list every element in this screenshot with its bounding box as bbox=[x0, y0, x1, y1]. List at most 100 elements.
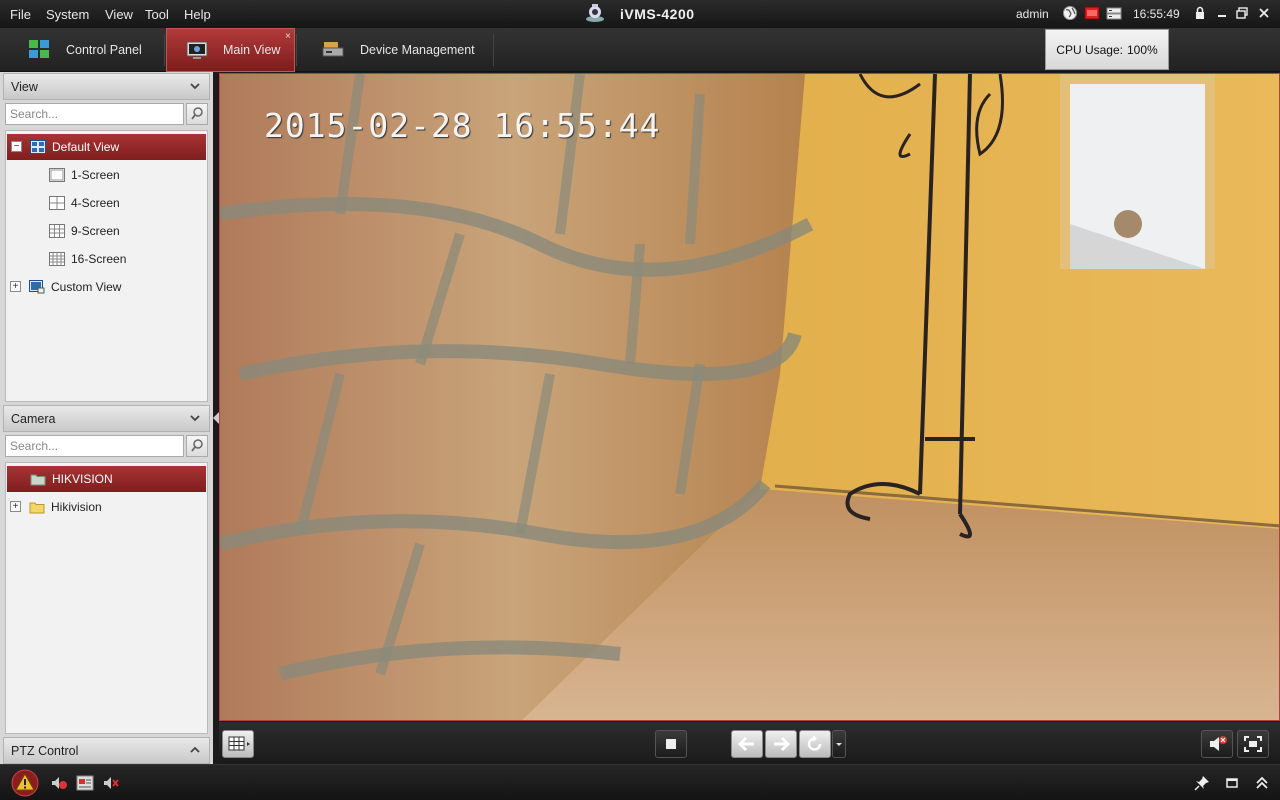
left-panel: View − Default View 1-Screen bbox=[0, 72, 213, 764]
previous-button[interactable] bbox=[731, 730, 763, 758]
view-section-title: View bbox=[11, 79, 38, 94]
alarm-record-icon[interactable] bbox=[1084, 5, 1100, 21]
tab-control-panel-label: Control Panel bbox=[66, 43, 142, 57]
view-group-icon bbox=[30, 140, 46, 154]
chevron-down-icon bbox=[190, 83, 200, 90]
expand-icon[interactable]: + bbox=[10, 501, 21, 512]
globe-icon[interactable] bbox=[1062, 5, 1078, 21]
previous-icon bbox=[737, 736, 754, 752]
device-management-icon bbox=[322, 42, 344, 57]
hdd-icon[interactable] bbox=[1106, 5, 1122, 21]
tab-separator bbox=[164, 34, 165, 66]
tree-item-default-view[interactable]: − Default View bbox=[7, 134, 206, 160]
layout-16-screen-icon bbox=[49, 252, 65, 266]
tree-item-4-screen[interactable]: 4-Screen bbox=[6, 190, 207, 216]
tree-item-label: 16-Screen bbox=[71, 252, 127, 266]
playback-control-bar bbox=[219, 722, 1280, 764]
tree-item-16-screen[interactable]: 16-Screen bbox=[6, 246, 207, 272]
tab-separator bbox=[493, 34, 494, 66]
alarm-warning-icon[interactable] bbox=[11, 769, 39, 797]
tree-item-label: Custom View bbox=[51, 280, 122, 294]
audio-off-icon[interactable] bbox=[102, 775, 120, 791]
expand-up-icon[interactable] bbox=[1255, 775, 1269, 791]
lock-icon[interactable] bbox=[1192, 5, 1208, 21]
tab-control-panel[interactable]: Control Panel bbox=[0, 28, 163, 72]
app-title: iVMS-4200 bbox=[620, 6, 695, 22]
mute-icon bbox=[1210, 736, 1227, 751]
folder-icon bbox=[29, 502, 45, 514]
camera-section-title: Camera bbox=[11, 411, 56, 426]
tree-item-hikvision-group[interactable]: HIKVISION bbox=[7, 466, 206, 492]
window-icon[interactable] bbox=[1225, 776, 1239, 790]
menu-system[interactable]: System bbox=[46, 7, 89, 22]
camera-section-header[interactable]: Camera bbox=[3, 405, 210, 432]
menu-view[interactable]: View bbox=[105, 7, 133, 22]
menu-tool[interactable]: Tool bbox=[145, 7, 169, 22]
tab-separator bbox=[296, 34, 297, 66]
tree-item-label: Hikivision bbox=[51, 500, 102, 514]
layout-grid-icon bbox=[228, 736, 250, 751]
menu-file[interactable]: File bbox=[10, 7, 31, 22]
control-panel-icon bbox=[29, 40, 49, 58]
auto-switch-icon bbox=[807, 735, 822, 751]
tab-device-management[interactable]: Device Management bbox=[298, 28, 493, 72]
alarm-sound-icon[interactable] bbox=[50, 775, 68, 791]
clock: 16:55:49 bbox=[1133, 7, 1180, 21]
tree-item-1-screen[interactable]: 1-Screen bbox=[6, 162, 207, 188]
search-icon bbox=[191, 439, 203, 452]
restore-icon[interactable] bbox=[1234, 5, 1250, 21]
layout-9-screen-icon bbox=[49, 224, 65, 238]
status-bar bbox=[0, 764, 1280, 800]
view-search-input[interactable] bbox=[5, 103, 184, 125]
tree-item-custom-view[interactable]: + Custom View bbox=[6, 274, 207, 300]
camera-search-input[interactable] bbox=[5, 435, 184, 457]
osd-timestamp: 2015-02-28 16:55:44 bbox=[264, 106, 661, 145]
layout-grid-button[interactable] bbox=[222, 730, 254, 758]
tree-item-label: 1-Screen bbox=[71, 168, 120, 182]
ptz-section-title: PTZ Control bbox=[11, 743, 79, 758]
layout-4-screen-icon bbox=[49, 196, 65, 210]
stop-all-button[interactable] bbox=[655, 730, 687, 758]
menu-help[interactable]: Help bbox=[184, 7, 211, 22]
minimize-icon[interactable] bbox=[1214, 5, 1230, 21]
view-tree: − Default View 1-Screen 4-Screen 9-Scree… bbox=[5, 130, 208, 402]
mute-button[interactable] bbox=[1201, 730, 1233, 758]
ptz-section-header[interactable]: PTZ Control bbox=[3, 737, 210, 764]
tree-item-9-screen[interactable]: 9-Screen bbox=[6, 218, 207, 244]
tab-main-view-label: Main View bbox=[223, 43, 281, 57]
custom-view-icon bbox=[29, 280, 45, 294]
auto-switch-button[interactable] bbox=[799, 730, 831, 758]
chevron-up-icon bbox=[190, 746, 200, 753]
tab-main-view[interactable]: Main View bbox=[166, 28, 295, 72]
close-icon[interactable] bbox=[1256, 5, 1272, 21]
dropdown-icon bbox=[836, 743, 842, 746]
view-search-button[interactable] bbox=[186, 103, 208, 125]
camera-feed-image bbox=[220, 74, 1279, 720]
tree-item-label: 4-Screen bbox=[71, 196, 120, 210]
cpu-usage-value: 100% bbox=[1127, 42, 1158, 57]
camera-tree: HIKVISION + Hikivision bbox=[5, 462, 208, 734]
fullscreen-button[interactable] bbox=[1237, 730, 1269, 758]
view-section-header[interactable]: View bbox=[3, 73, 210, 100]
fullscreen-icon bbox=[1244, 736, 1262, 752]
layout-1-screen-icon bbox=[49, 168, 65, 182]
menu-bar: File System View Tool Help iVMS-4200 adm… bbox=[0, 0, 1280, 28]
expand-icon[interactable]: + bbox=[10, 281, 21, 292]
event-icon[interactable] bbox=[76, 775, 94, 791]
tree-item-hikivision-group[interactable]: + Hikivision bbox=[6, 494, 207, 520]
camera-search-button[interactable] bbox=[186, 435, 208, 457]
tree-item-label: Default View bbox=[52, 140, 120, 154]
stop-all-icon bbox=[666, 739, 676, 749]
tab-close-icon[interactable]: × bbox=[285, 31, 291, 42]
pin-icon[interactable] bbox=[1194, 775, 1210, 791]
collapse-icon[interactable]: − bbox=[11, 141, 22, 152]
app-logo-icon bbox=[586, 4, 604, 22]
next-icon bbox=[774, 736, 791, 752]
tree-item-label: HIKVISION bbox=[52, 472, 113, 486]
live-video-window[interactable]: 2015-02-28 16:55:44 bbox=[219, 73, 1280, 721]
search-icon bbox=[191, 107, 203, 120]
main-view-icon bbox=[186, 41, 208, 59]
auto-switch-dropdown[interactable] bbox=[832, 730, 846, 758]
next-button[interactable] bbox=[765, 730, 797, 758]
tab-device-management-label: Device Management bbox=[360, 43, 475, 57]
